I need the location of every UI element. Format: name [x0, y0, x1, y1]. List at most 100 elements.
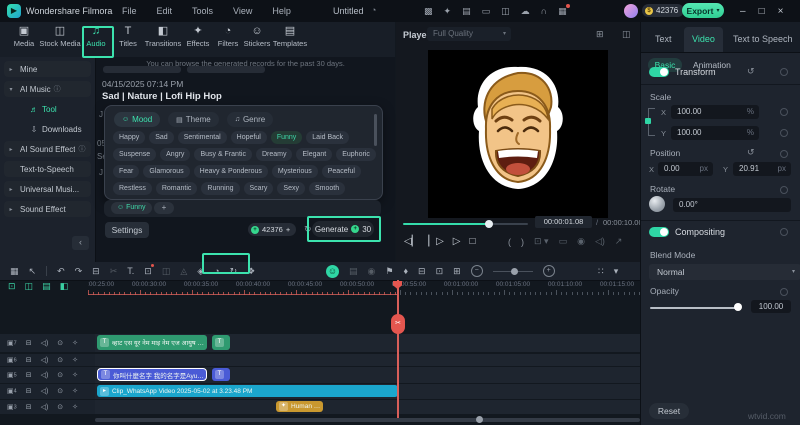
- track-type-icon[interactable]: ▣4: [7, 388, 17, 395]
- lock-track-icon[interactable]: ⊟: [26, 357, 32, 364]
- tab-video[interactable]: Video: [684, 27, 723, 52]
- mood-tag-fear[interactable]: Fear: [113, 165, 139, 178]
- text-clip[interactable]: T你叫什麼名字 我的名字是Ayush是Si...: [97, 368, 207, 381]
- category-tab-mood[interactable]: ☺Mood: [114, 112, 160, 127]
- filter-placeholder[interactable]: [103, 66, 181, 73]
- record-title[interactable]: Sad | Nature | Lofi Hip Hop: [102, 91, 222, 102]
- playhead-line[interactable]: [397, 280, 399, 418]
- tab-filters[interactable]: ◔Filters: [218, 25, 238, 48]
- screen-share-icon[interactable]: ◫: [501, 6, 510, 17]
- scale-x-input[interactable]: 100.00%: [671, 105, 759, 119]
- sidebar-item-downloads[interactable]: ⇩Downloads: [4, 121, 91, 137]
- mood-tag-sentimental[interactable]: Sentimental: [178, 131, 227, 144]
- opacity-handle[interactable]: [734, 303, 742, 311]
- track-magic-icon[interactable]: ✧: [72, 340, 78, 347]
- mood-tag-smooth[interactable]: Smooth: [309, 182, 345, 195]
- timeline-zoom-slider[interactable]: [493, 271, 533, 272]
- stop-icon[interactable]: □: [469, 236, 475, 247]
- split-at-playhead-button[interactable]: ✂: [391, 314, 405, 334]
- tab-stock-media[interactable]: ◫Stock Media: [39, 25, 80, 48]
- text-tool-icon[interactable]: T.: [127, 262, 134, 280]
- user-avatar[interactable]: [624, 4, 638, 18]
- track-magic-icon[interactable]: ✧: [72, 372, 78, 379]
- hide-track-icon[interactable]: ⊙: [57, 357, 63, 364]
- timeline-scrollbar[interactable]: [95, 418, 640, 422]
- mood-tag-sad[interactable]: Sad: [149, 131, 173, 144]
- tab-text[interactable]: Text: [647, 27, 680, 52]
- gift-icon[interactable]: ▩: [424, 6, 433, 17]
- audio-sync-icon[interactable]: ▤: [349, 262, 358, 280]
- category-tab-genre[interactable]: ♫Genre: [227, 112, 273, 127]
- menu-help[interactable]: Help: [272, 6, 291, 16]
- tab-templates[interactable]: ▤Templates: [273, 25, 307, 48]
- sidebar-item-sound-effect[interactable]: ▸Sound Effect: [4, 201, 91, 217]
- mute-track-icon[interactable]: ◁): [41, 372, 49, 379]
- mood-tag-hopeful[interactable]: Hopeful: [231, 131, 267, 144]
- transform-reset-icon[interactable]: ↺: [747, 66, 755, 77]
- apps-grid-icon[interactable]: ▦: [558, 6, 567, 17]
- hide-track-icon[interactable]: ⊙: [57, 340, 63, 347]
- track-type-icon[interactable]: ▣3: [7, 404, 17, 411]
- settings-button[interactable]: Settings: [105, 222, 149, 238]
- auto-ripple-icon[interactable]: ◉: [368, 262, 376, 280]
- fullscreen-icon[interactable]: ↗: [615, 236, 623, 247]
- delete-icon[interactable]: ⊟: [92, 262, 100, 280]
- transform-keyframe-icon[interactable]: [780, 68, 788, 76]
- crop-icon[interactable]: ⊡: [144, 262, 152, 280]
- audio-track-icon[interactable]: ◫: [25, 281, 34, 292]
- sidebar-item-tool[interactable]: ♬Tool: [4, 101, 91, 117]
- filter-placeholder[interactable]: [187, 66, 265, 73]
- mood-tag-dreamy[interactable]: Dreamy: [256, 148, 293, 161]
- mood-tag-sexy[interactable]: Sexy: [277, 182, 305, 195]
- mask-track-icon[interactable]: ◧: [60, 281, 69, 292]
- split-icon[interactable]: ✂: [110, 262, 118, 280]
- quality-dropdown[interactable]: Full Quality▾: [427, 27, 511, 41]
- mood-tag-happy[interactable]: Happy: [113, 131, 145, 144]
- sidebar-item-mine[interactable]: ▸Mine: [4, 61, 91, 77]
- mood-tag-elegant[interactable]: Elegant: [296, 148, 332, 161]
- sidebar-item-ai-music[interactable]: ▾AI Musicⓘ: [4, 81, 91, 97]
- opacity-keyframe-icon[interactable]: [780, 288, 788, 296]
- scrollbar-grip[interactable]: [476, 416, 483, 423]
- lock-track-icon[interactable]: ⊟: [26, 388, 32, 395]
- effect-clip[interactable]: ✦Human Bo...: [276, 401, 323, 412]
- compositing-toggle[interactable]: [649, 227, 669, 237]
- ai-copilot-icon[interactable]: ☺: [326, 265, 339, 278]
- track-height-icon[interactable]: ∷: [598, 262, 604, 280]
- playback-handle[interactable]: [485, 220, 493, 228]
- mute-track-icon[interactable]: ◁): [41, 388, 49, 395]
- mini-window-icon[interactable]: ◫: [622, 29, 631, 40]
- hide-track-icon[interactable]: ⊙: [57, 388, 63, 395]
- compositing-keyframe-icon[interactable]: [780, 228, 788, 236]
- track-magic-icon[interactable]: ✧: [72, 357, 78, 364]
- position-y-input[interactable]: 20.91px: [733, 162, 791, 176]
- reset-button[interactable]: Reset: [649, 403, 689, 419]
- video-preview[interactable]: [428, 50, 608, 218]
- scale-x-keyframe-icon[interactable]: [780, 108, 788, 116]
- menu-edit[interactable]: Edit: [157, 6, 173, 16]
- prompt-bar[interactable]: ☺ Funny +: [104, 200, 381, 217]
- track-magic-icon[interactable]: ✧: [72, 388, 78, 395]
- chroma-key-icon[interactable]: ◬: [180, 262, 187, 280]
- opacity-value[interactable]: 100.00: [751, 300, 791, 313]
- mute-icon[interactable]: ◁): [595, 236, 605, 247]
- menu-file[interactable]: File: [122, 6, 137, 16]
- rotate-keyframe-icon[interactable]: [780, 186, 788, 194]
- auto-cut-icon[interactable]: ⊡: [436, 262, 444, 280]
- playback-progress-track[interactable]: [492, 223, 528, 225]
- toolbar-more-icon[interactable]: ▾: [614, 262, 619, 280]
- track-type-icon[interactable]: ▣7: [7, 340, 17, 347]
- cloud-icon[interactable]: ☁: [521, 6, 530, 17]
- minimize-button[interactable]: –: [740, 6, 746, 17]
- zoom-in-icon[interactable]: +: [543, 265, 555, 277]
- scale-y-input[interactable]: 100.00%: [671, 126, 759, 140]
- marker-icon[interactable]: ⚑: [385, 262, 393, 280]
- snapshot-icon[interactable]: ◉: [577, 236, 585, 247]
- mute-track-icon[interactable]: ◁): [41, 404, 49, 411]
- text-clip[interactable]: Tव्हाट एस यूर नेम माइ नेम एज आयुष एस ड..…: [97, 335, 207, 350]
- zoom-slider-handle[interactable]: [511, 268, 518, 275]
- text-clip[interactable]: T: [212, 368, 230, 381]
- tab-text-to-speech[interactable]: Text to Speech: [725, 27, 800, 52]
- sidebar-item-universal-musi[interactable]: ▸Universal Musi...: [4, 181, 91, 197]
- tab-effects[interactable]: ✦Effects: [187, 25, 210, 48]
